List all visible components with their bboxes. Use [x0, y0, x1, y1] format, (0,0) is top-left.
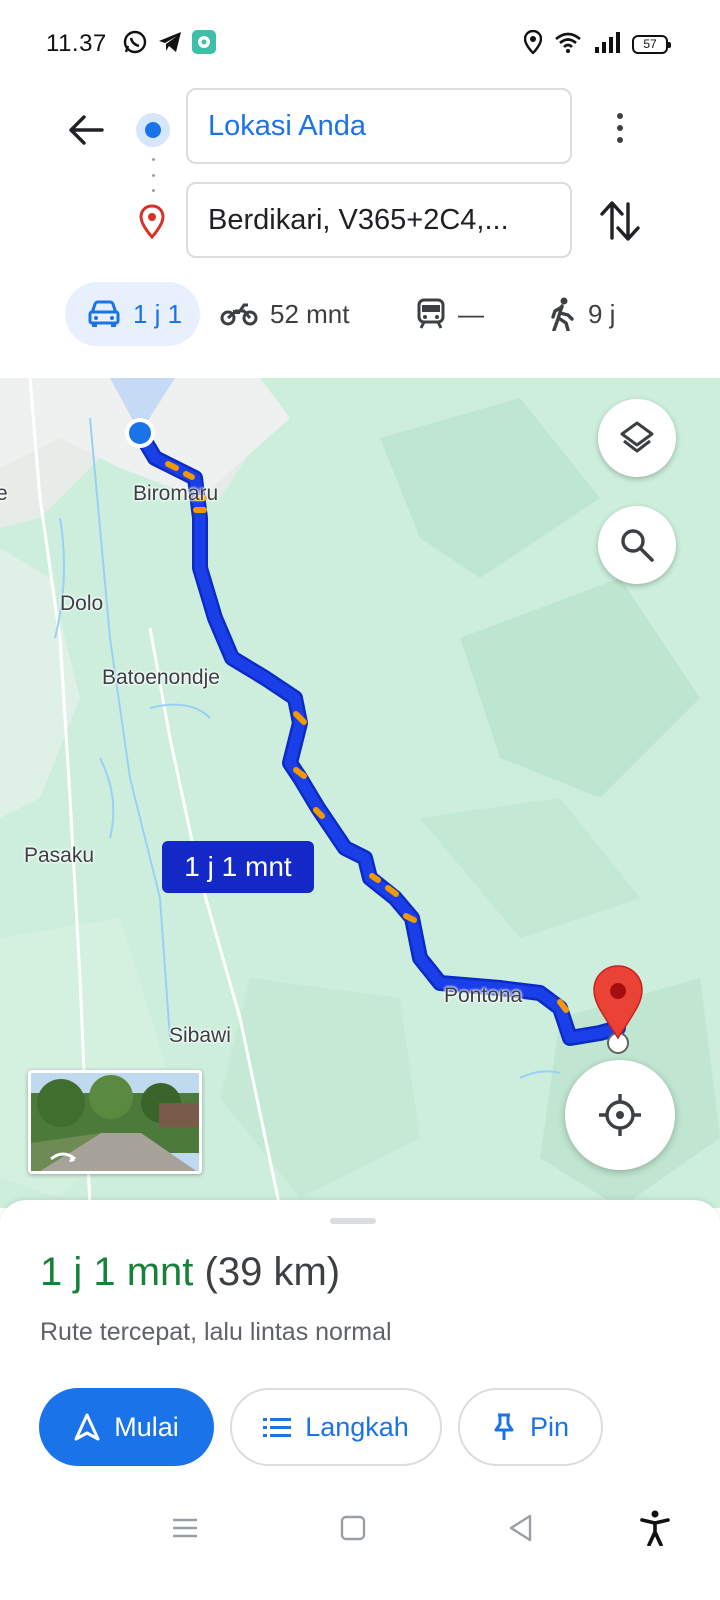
triangle-back-icon: [509, 1514, 532, 1542]
app-icon: [191, 29, 217, 55]
accessibility-icon: [640, 1510, 670, 1546]
status-time: 11.37: [46, 30, 107, 57]
mode-car[interactable]: 1 j 1: [65, 282, 201, 346]
system-navigation-bar: [0, 1480, 720, 1600]
map-label-edge: e: [0, 482, 8, 505]
steps-button-label: Langkah: [305, 1411, 409, 1442]
route-distance: (39 km): [204, 1250, 341, 1294]
destination-input[interactable]: Berdikari, V365+2C4,...: [186, 182, 572, 258]
swap-icon: [600, 201, 640, 241]
menu-icon: [173, 1518, 197, 1538]
wifi-icon: [554, 31, 582, 58]
square-icon: [340, 1515, 366, 1541]
map-label-sibawi: Sibawi: [169, 1024, 231, 1047]
destination-pin-icon: [138, 204, 166, 240]
pin-button[interactable]: Pin: [458, 1388, 603, 1466]
mode-car-label: 1 j 1: [133, 298, 183, 329]
my-location-icon: [599, 1094, 641, 1136]
status-bar: 11.37 57: [0, 0, 720, 80]
mode-motorcycle-label: 52 mnt: [270, 298, 350, 329]
home-button[interactable]: [328, 1508, 378, 1548]
arrow-back-icon: [69, 115, 104, 145]
pin-button-label: Pin: [529, 1411, 570, 1442]
layers-button[interactable]: [598, 399, 676, 477]
accessibility-button[interactable]: [630, 1508, 680, 1548]
street-view-image: [31, 1073, 199, 1171]
navigation-arrow-icon: [74, 1413, 100, 1441]
battery-icon: 57: [632, 34, 671, 54]
mode-transit[interactable]: —: [416, 282, 484, 346]
swap-button[interactable]: [596, 196, 644, 246]
pin-icon: [494, 1413, 514, 1440]
whatsapp-icon: [122, 29, 148, 55]
location-icon: [523, 29, 543, 59]
search-icon: [621, 529, 654, 562]
sheet-drag-handle[interactable]: [330, 1218, 376, 1224]
list-icon: [263, 1418, 292, 1437]
map-label-batoenondje: Batoenondje: [102, 666, 220, 689]
more-options-button[interactable]: [600, 102, 640, 154]
eta-bubble[interactable]: 1 j 1 mnt: [162, 841, 314, 893]
back-button[interactable]: [62, 106, 110, 154]
recent-apps-button[interactable]: [160, 1508, 210, 1548]
car-icon: [88, 300, 120, 327]
origin-input[interactable]: Lokasi Anda: [186, 88, 572, 164]
route-dots: [152, 158, 156, 192]
map-view[interactable]: Biromaru Dolo Batoenondje Pasaku Pontona…: [0, 378, 720, 1208]
map-label-biromaru: Biromaru: [133, 482, 219, 505]
map-label-pasaku: Pasaku: [24, 844, 95, 867]
mode-transit-label: —: [458, 298, 484, 329]
route-summary: 1 j 1 mnt (39 km): [40, 1250, 340, 1295]
start-button-label: Mulai: [114, 1411, 179, 1442]
map-label-pontona: Pontona: [444, 984, 523, 1007]
steps-button[interactable]: Langkah: [230, 1388, 442, 1466]
walk-icon: [551, 297, 574, 331]
route-duration: 1 j 1 mnt: [40, 1250, 194, 1294]
travel-modes: 1 j 1 52 mnt — 9 j: [0, 282, 720, 346]
start-button[interactable]: Mulai: [39, 1388, 214, 1466]
origin-dot-icon: [136, 113, 170, 147]
signal-icon: [594, 31, 620, 58]
mode-motorcycle[interactable]: 52 mnt: [220, 282, 350, 346]
street-view-thumbnail[interactable]: [28, 1070, 202, 1174]
map-label-dolo: Dolo: [60, 592, 104, 615]
directions-header: Lokasi Anda Berdikari, V365+2C4,... 1 j …: [0, 80, 720, 378]
layers-icon: [620, 421, 654, 453]
search-map-button[interactable]: [598, 506, 676, 584]
route-note: Rute tercepat, lalu lintas normal: [40, 1318, 392, 1346]
back-nav-button[interactable]: [496, 1508, 546, 1548]
telegram-icon: [157, 29, 183, 55]
my-location-button[interactable]: [565, 1060, 675, 1170]
mode-walk[interactable]: 9 j: [548, 282, 615, 346]
mode-walk-label: 9 j: [588, 298, 616, 329]
motorcycle-icon: [220, 303, 258, 326]
transit-icon: [417, 298, 445, 329]
